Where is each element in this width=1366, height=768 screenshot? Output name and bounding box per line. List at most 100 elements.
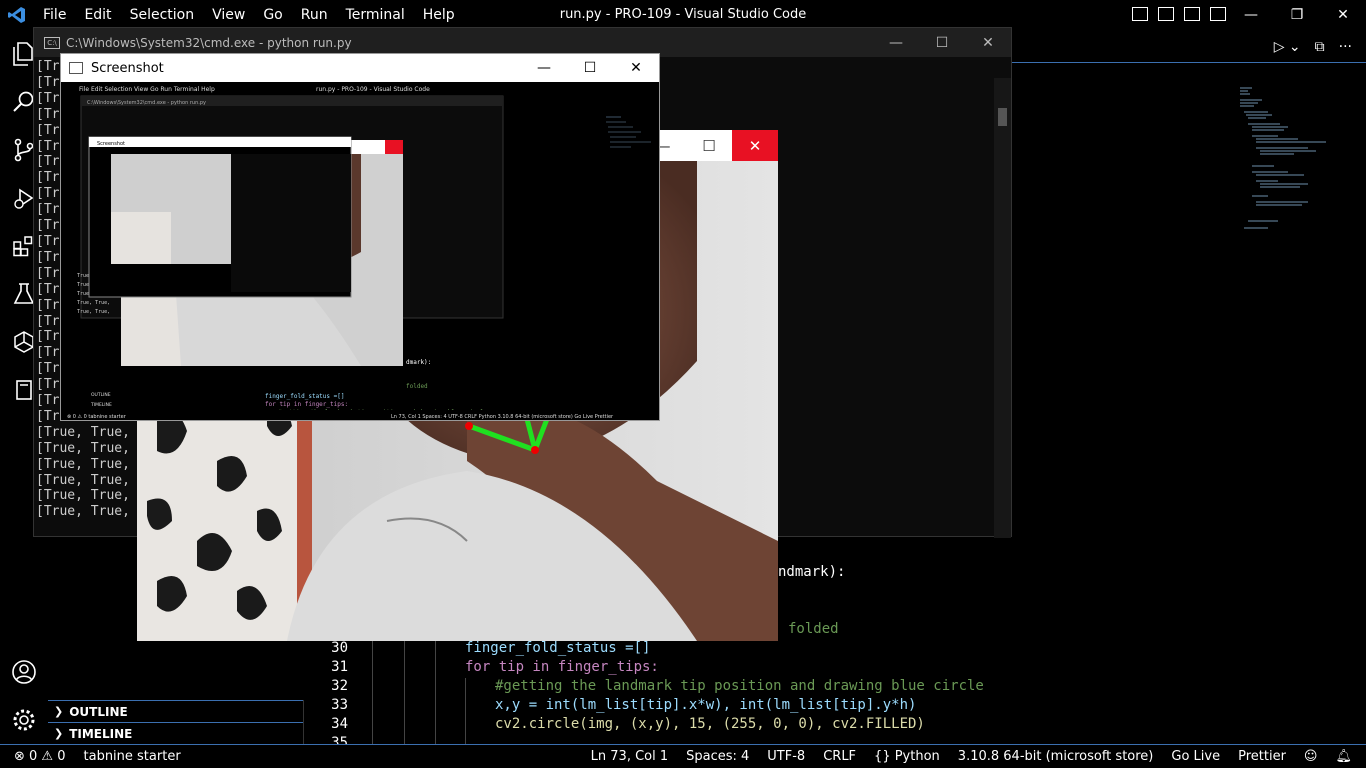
status-bar: ⊗ 0 ⚠ 0 tabnine starter Ln 73, Col 1 Spa…	[0, 744, 1366, 768]
go-live-button[interactable]: Go Live	[1171, 749, 1220, 764]
menu-edit[interactable]: Edit	[75, 7, 120, 23]
line-number: 31	[331, 659, 348, 675]
python-interpreter[interactable]: 3.10.8 64-bit (microsoft store)	[958, 749, 1154, 764]
svg-text:Ln 73, Col 1 Spaces: 4 UTF-8: Ln 73, Col 1 Spaces: 4 UTF-8 CRLF Python…	[391, 414, 614, 420]
close-icon[interactable]: ✕	[1320, 0, 1366, 30]
cmd-app-icon: C:\	[44, 36, 60, 49]
svg-text:C:\Windows\System32\cmd.exe -: C:\Windows\System32\cmd.exe - python run…	[87, 100, 206, 106]
svg-text:for tip in finger_tips:: for tip in finger_tips:	[265, 401, 348, 408]
sidebar-sections: ❯ OUTLINE ❯ TIMELINE	[48, 700, 304, 744]
screenshot-maximize-icon[interactable]: ☐	[567, 54, 613, 82]
indentation[interactable]: Spaces: 4	[686, 749, 749, 764]
editor-toolbar: ▷ ⌄ ⧉ ···	[1274, 32, 1366, 62]
indent-guide	[404, 640, 405, 744]
line-number: 32	[331, 678, 348, 694]
cmd-close-icon[interactable]: ✕	[965, 28, 1011, 57]
menu-go[interactable]: Go	[254, 7, 291, 23]
tabnine-status[interactable]: tabnine starter	[84, 749, 181, 764]
run-python-file-icon[interactable]: ▷ ⌄	[1274, 39, 1301, 55]
vscode-logo-icon	[0, 0, 34, 30]
chevron-right-icon: ❯	[54, 727, 64, 740]
svg-text:finger_fold_status =[]: finger_fold_status =[]	[265, 393, 344, 400]
menu-bar: File Edit Selection View Go Run Terminal…	[34, 7, 464, 23]
line-endings[interactable]: CRLF	[823, 749, 856, 764]
indent-guide	[465, 678, 466, 744]
code-line: #getting the landmark tip position and d…	[495, 678, 984, 694]
code-text: for tip in finger_tips:	[465, 659, 659, 675]
screenshot-window[interactable]: Screenshot — ☐ ✕ File Edit Selection Vie…	[60, 53, 660, 421]
outline-section[interactable]: ❯ OUTLINE	[48, 700, 303, 722]
minimize-icon[interactable]: —	[1228, 0, 1274, 30]
scrollbar-thumb[interactable]	[998, 108, 1007, 126]
timeline-label: TIMELINE	[69, 726, 133, 741]
notifications-bell-icon[interactable]: 🔔︎	[1335, 749, 1352, 764]
minimap[interactable]	[1238, 86, 1334, 236]
code-text: #getting the landmark tip position and d…	[495, 678, 984, 694]
cmd-title: C:\Windows\System32\cmd.exe - python run…	[66, 35, 352, 50]
svg-text:OUTLINE: OUTLINE	[91, 392, 111, 398]
indent-guide	[435, 640, 436, 744]
cursor-position[interactable]: Ln 73, Col 1	[591, 749, 668, 764]
screenshot-close-icon[interactable]: ✕	[613, 54, 659, 82]
svg-text:run.py - PRO-109 - Visual Stud: run.py - PRO-109 - Visual Studio Code	[316, 86, 430, 93]
svg-text:TIMELINE: TIMELINE	[90, 402, 112, 408]
cmd-maximize-icon[interactable]: ☐	[919, 28, 965, 57]
encoding[interactable]: UTF-8	[767, 749, 805, 764]
menu-selection[interactable]: Selection	[121, 7, 204, 23]
problems-indicator[interactable]: ⊗ 0 ⚠ 0	[14, 749, 66, 764]
menu-help[interactable]: Help	[414, 7, 464, 23]
timeline-section[interactable]: ❯ TIMELINE	[48, 722, 303, 744]
customize-layout-icon[interactable]	[1210, 7, 1226, 21]
screenshot-minimize-icon[interactable]: —	[521, 54, 567, 82]
line-number: 35	[331, 735, 348, 744]
menu-file[interactable]: File	[34, 7, 75, 23]
vscode-titlebar: File Edit Selection View Go Run Terminal…	[0, 0, 1366, 30]
svg-text:folded: folded	[406, 383, 428, 390]
menu-terminal[interactable]: Terminal	[337, 7, 414, 23]
more-actions-icon[interactable]: ···	[1339, 39, 1352, 55]
line-number: 33	[331, 697, 348, 713]
outline-label: OUTLINE	[69, 704, 128, 719]
menu-run[interactable]: Run	[292, 7, 337, 23]
accounts-icon[interactable]	[0, 648, 48, 696]
code-line: x,y = int(lm_list[tip].x*w), int(lm_list…	[495, 697, 916, 713]
svg-text:True, True,: True, True,	[77, 309, 110, 315]
chevron-right-icon: ❯	[54, 705, 64, 718]
code-line: finger_fold_status =[]	[465, 640, 650, 656]
feedback-icon[interactable]: ☺	[1304, 749, 1318, 764]
code-text: finger_fold_status =[]	[465, 640, 651, 656]
svg-text:Screenshot: Screenshot	[97, 141, 125, 147]
svg-text:⊗ 0 ⚠ 0 tabnine starter: ⊗ 0 ⚠ 0 tabnine starter	[67, 414, 127, 420]
line-number: 30	[331, 640, 348, 656]
toggle-panel-icon[interactable]	[1158, 7, 1174, 21]
svg-text:dmark):: dmark):	[406, 359, 431, 366]
code-text: cv2.circle(img, (x,y), 15, (255, 0, 0), …	[495, 716, 925, 732]
webcam-close-icon[interactable]: ✕	[732, 130, 778, 161]
layout-controls	[1132, 7, 1226, 21]
indent-guide	[372, 640, 373, 744]
settings-gear-icon[interactable]	[0, 696, 48, 744]
menu-view[interactable]: View	[203, 7, 254, 23]
webcam-maximize-icon[interactable]: ☐	[686, 130, 732, 161]
toggle-secondary-sidebar-icon[interactable]	[1184, 7, 1200, 21]
cmd-scrollbar[interactable]	[994, 78, 1011, 538]
prettier-status[interactable]: Prettier	[1238, 749, 1286, 764]
code-line: for tip in finger_tips:	[465, 659, 659, 675]
window-controls: — ❐ ✕	[1228, 0, 1366, 30]
restore-icon[interactable]: ❐	[1274, 0, 1320, 30]
screenshot-title: Screenshot	[91, 60, 164, 76]
language-mode[interactable]: {} Python	[874, 749, 940, 764]
screenshot-image: File Edit Selection View Go Run Terminal…	[61, 82, 659, 420]
svg-text:File Edit Selection View G: File Edit Selection View Go Run Terminal…	[79, 86, 215, 93]
line-number: 34	[331, 716, 348, 732]
svg-text:True, True,: True, True,	[77, 300, 110, 306]
cmd-minimize-icon[interactable]: —	[873, 28, 919, 57]
code-line-fragment: folded	[788, 621, 839, 637]
code-line-fragment: ndmark):	[778, 564, 846, 580]
split-editor-icon[interactable]: ⧉	[1315, 39, 1325, 55]
code-line: cv2.circle(img, (x,y), 15, (255, 0, 0), …	[495, 716, 925, 732]
screenshot-titlebar[interactable]: Screenshot — ☐ ✕	[61, 54, 659, 82]
screenshot-app-icon	[69, 62, 83, 74]
toggle-sidebar-icon[interactable]	[1132, 7, 1148, 21]
code-text: x,y = int(lm_list[tip].x*w), int(lm_list…	[495, 697, 917, 713]
